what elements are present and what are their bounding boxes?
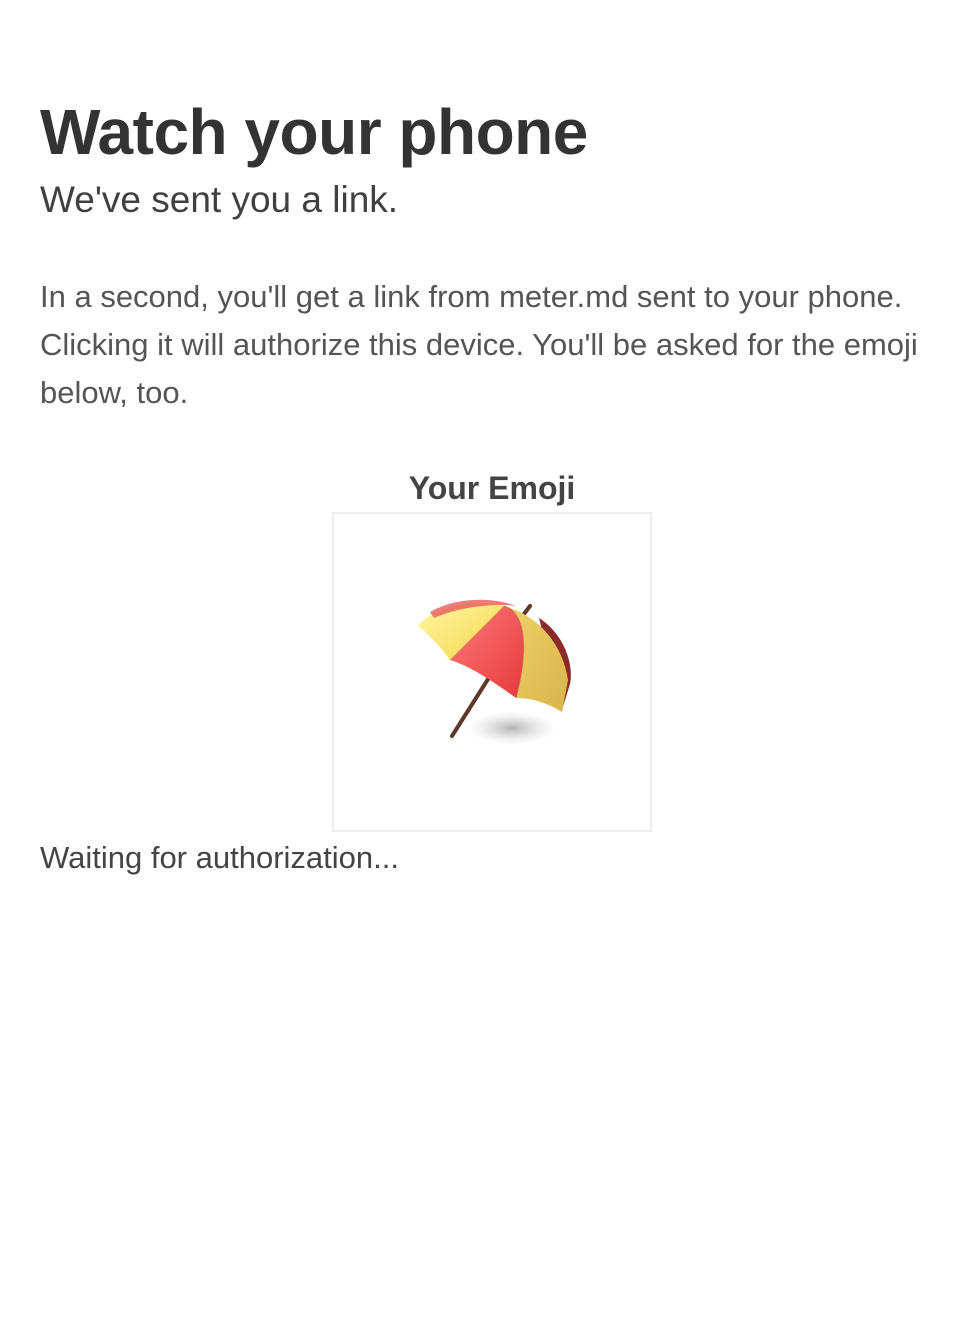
- authorization-page: Watch your phone We've sent you a link. …: [0, 0, 978, 1332]
- page-title: Watch your phone: [40, 96, 588, 168]
- page-subtitle: We've sent you a link.: [40, 179, 399, 220]
- emoji-box: [332, 512, 652, 832]
- emoji-label: Your Emoji: [408, 470, 576, 506]
- instructions-text: In a second, you'll get a link from mete…: [40, 279, 918, 410]
- status-text: Waiting for authorization...: [40, 840, 399, 875]
- umbrella-on-ground-icon: [418, 599, 571, 745]
